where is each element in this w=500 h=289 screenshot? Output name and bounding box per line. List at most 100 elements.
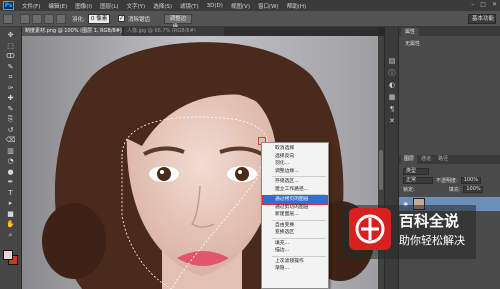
menu-file[interactable]: 文件(F) [22,2,40,10]
workspace-select[interactable]: 基本功能 [468,14,496,24]
menu-image[interactable]: 图像(I) [75,2,92,10]
context-menu-item[interactable]: 调整边缘... [263,168,327,176]
tab-paths[interactable]: 路径 [435,155,452,164]
window-controls: – □ ✕ [471,1,497,8]
context-menu-item[interactable]: 通过拷贝的图层 [262,195,328,205]
menu-separator [272,194,326,195]
layer-options-row: 正常 不透明度: 100% [403,177,481,185]
path-select-icon[interactable]: ▸ [5,199,16,208]
history-brush-icon[interactable]: ↺ [5,126,16,135]
blend-mode-select[interactable]: 正常 [403,177,433,184]
context-menu-item[interactable]: 渐隐... [263,265,327,273]
context-menu-item[interactable]: 填充... [263,240,327,248]
close-icon[interactable]: ✕ [492,1,497,8]
marquee-preset-icon[interactable] [3,14,13,24]
context-menu: 取消选择 选择反向 羽化... 调整边缘... 存储选区... 建立工作路径... 通过拷贝… [261,142,329,289]
tools-icon[interactable]: ✕ [388,117,396,125]
type-icon[interactable]: T [5,189,16,198]
menu-window[interactable]: 窗口(W) [258,2,279,10]
layer-kind-filter[interactable]: 类型 [403,167,429,175]
menu-filter[interactable]: 滤镜(T) [180,2,199,10]
marquee-icon[interactable]: ⬚ [5,42,16,51]
feather-label: 羽化: [72,17,85,23]
context-menu-item[interactable]: 取消选择 [263,145,327,153]
new-selection-icon[interactable] [20,14,30,24]
opacity-label: 不透明度: [436,178,458,184]
tab-layers[interactable]: 图层 [401,155,418,164]
antialias-checkbox[interactable]: ✓ [118,15,125,22]
eyedropper-icon[interactable]: ✑ [5,84,16,93]
move-icon[interactable]: ✥ [5,31,16,40]
gradient-icon[interactable]: ▥ [5,147,16,156]
menu-edit[interactable]: 编辑(E) [48,2,67,10]
menu-layer[interactable]: 图层(L) [100,2,118,10]
shape-icon[interactable]: ■ [5,210,16,219]
history-icon[interactable]: ▤ [388,57,396,65]
crop-icon[interactable]: ⌗ [5,73,16,82]
quick-select-icon[interactable]: ✎ [5,63,16,72]
fill-input[interactable]: 100% [463,186,484,193]
context-menu-item[interactable]: 选择反向 [263,153,327,161]
tab-document-2[interactable]: 人像.jpg @ 66.7% (RGB/8#) [124,27,224,36]
document-tab-bar: 制度素材.png @ 100% (图层 1, RGB/8#) 人像.jpg @ … [22,27,378,36]
foreground-color-swatch[interactable] [3,250,13,260]
tab-channels[interactable]: 通道 [418,155,435,164]
context-menu-item[interactable]: 变换选区 [263,229,327,237]
context-menu-item[interactable]: 存储选区... [263,178,327,186]
eraser-icon[interactable]: ⌫ [5,136,16,145]
stamp-icon[interactable]: ⎘ [5,115,16,124]
menu-select[interactable]: 选择(S) [153,2,172,10]
lock-row: 锁定: 填充: 100% [403,186,484,194]
heal-icon[interactable]: ✚ [5,94,16,103]
dodge-icon[interactable]: ● [5,168,16,177]
antialias-label: 消除锯齿 [128,17,151,23]
menu-type[interactable]: 文字(Y) [127,2,146,10]
maximize-icon[interactable]: □ [480,1,486,8]
menu-separator [272,176,326,177]
context-menu-item[interactable]: 上次滤镜操作 [263,258,327,266]
context-menu-item[interactable]: 新建图层... [263,211,327,219]
context-menu-item[interactable]: 建立工作路径... [263,186,327,194]
menu-help[interactable]: 帮助(H) [287,2,306,10]
brush-icon[interactable]: ✎ [5,105,16,114]
text-icon[interactable]: ¶ [388,105,396,113]
watermark-title: 百科全说 [399,212,460,230]
add-selection-icon[interactable] [32,14,42,24]
zoom-icon[interactable]: ⌕ [5,231,16,240]
intersect-selection-icon[interactable] [56,14,66,24]
blur-icon[interactable]: ◔ [5,157,16,166]
menu-view[interactable]: 视图(V) [231,2,250,10]
opacity-input[interactable]: 100% [460,177,481,184]
swatches-icon[interactable]: ▦ [388,93,396,101]
properties-panel: 属性 无属性 [398,27,500,155]
context-menu-item[interactable]: 羽化... [263,160,327,168]
pen-icon[interactable]: ✒ [5,178,16,187]
photoshop-logo: Ps [3,1,14,10]
menu-separator [272,255,326,257]
menu-bar: Ps 文件(F) 编辑(E) 图像(I) 图层(L) 文字(Y) 选择(S) 滤… [0,0,500,11]
context-menu-item[interactable]: 描边... [263,247,327,255]
scrollbar-thumb[interactable] [379,150,383,190]
info-icon[interactable]: ⓘ [388,69,396,77]
baike-logo [349,208,391,250]
lasso-icon[interactable]: ↀ [5,52,16,61]
tab-document-1[interactable]: 制度素材.png @ 100% (图层 1, RGB/8#) [22,27,122,36]
hand-icon[interactable]: ✋ [5,220,16,229]
feather-input[interactable]: 0 像素 [88,14,110,24]
context-menu-item[interactable]: 自由变换 [263,222,327,230]
refine-edge-button[interactable]: 调整边缘... [164,14,192,30]
lock-label: 锁定: [403,187,415,193]
layers-header: 图层 通道 路径 [399,155,500,164]
properties-subtitle: 无属性 [405,41,421,47]
menu-3d[interactable]: 3D(D) [207,3,223,9]
menu-separator [272,219,326,221]
watermark-subtitle: 助你轻松解决 [399,234,465,247]
tab-properties[interactable]: 属性 [401,28,420,36]
tools-panel: ✥ ⬚ ↀ ✎ ⌗ ✑ ✚ ✎ ⎘ ↺ ⌫ ▥ ◔ ● ✒ T ▸ ■ ✋ ⌕ [0,27,22,289]
options-bar: 羽化: 0 像素 ✓ 消除锯齿 调整边缘... 基本功能 [0,11,500,30]
context-menu-item[interactable]: 通过剪切的图层 [263,204,327,212]
adjust-icon[interactable]: ◐ [388,81,396,89]
baike-logo-mark [355,214,385,244]
subtract-selection-icon[interactable] [44,14,54,24]
minimize-icon[interactable]: – [471,1,474,8]
